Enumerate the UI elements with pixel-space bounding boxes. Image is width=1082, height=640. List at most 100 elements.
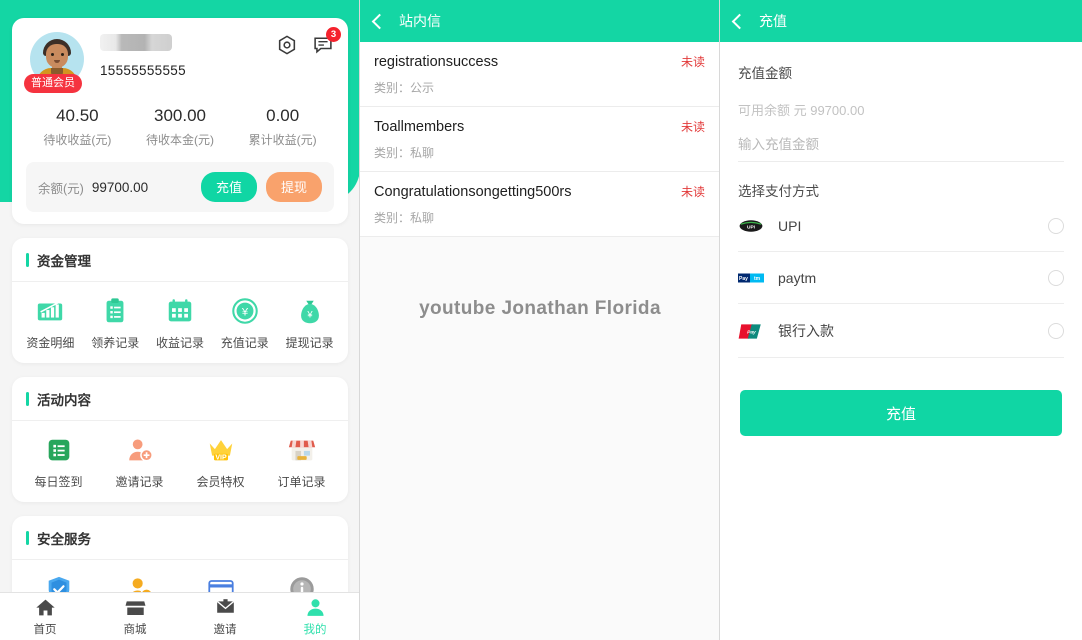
recharge-submit-button[interactable]: 充值 <box>740 390 1062 436</box>
nav-item-mall[interactable]: 商城 <box>90 597 180 637</box>
svg-text:VIP: VIP <box>215 454 227 461</box>
stat-value: 40.50 <box>56 106 99 125</box>
message-header: Congratulationsongetting500rs 未读 <box>374 183 705 200</box>
clipboard-list-icon <box>83 294 148 328</box>
list-item[interactable]: Toallmembers 未读 类别：私聊 <box>360 107 719 172</box>
grid-item-label: 领养记录 <box>91 336 140 350</box>
grid-item-daily-checkin[interactable]: 每日签到 <box>18 433 99 490</box>
calendar-icon <box>148 294 213 328</box>
back-chevron-icon[interactable] <box>371 13 388 29</box>
nav-item-label: 邀请 <box>213 623 237 636</box>
recharge-title: 充值 <box>759 13 787 29</box>
svg-text:tm: tm <box>754 276 761 282</box>
pay-method-radio[interactable] <box>1048 270 1064 286</box>
section-grid: 资金明细 领养记录 收益记录 ¥ 充值记录 ¥ 提现记录 <box>12 282 348 363</box>
section-activity-content: 活动内容 每日签到 邀请记录 VIP 会员特权 订单记录 <box>12 377 348 502</box>
nav-item-home[interactable]: 首页 <box>0 597 90 637</box>
grid-item-account-security[interactable]: 账户安全 <box>18 572 99 592</box>
avatar-wrapper: 普通会员 <box>24 32 88 93</box>
profile-header-row: 普通会员 15555555555 3 <box>24 27 341 93</box>
message-category: 类别：私聊 <box>374 146 435 160</box>
message-header: Toallmembers 未读 <box>374 118 705 135</box>
grid-item-profit-record[interactable]: 收益记录 <box>148 294 213 351</box>
grid-item-label: 充值记录 <box>220 336 269 350</box>
grid-item-adoption-record[interactable]: 领养记录 <box>83 294 148 351</box>
profile-panel: 普通会员 15555555555 3 40.50 待收收益(元) 300.00 … <box>0 0 360 640</box>
amount-input[interactable] <box>738 119 1064 162</box>
nav-item-invite[interactable]: 邀请 <box>180 597 270 637</box>
grid-item-vip-privilege[interactable]: VIP 会员特权 <box>180 433 261 490</box>
withdraw-button[interactable]: 提现 <box>265 172 322 202</box>
list-item[interactable]: registrationsuccess 未读 类别：公示 <box>360 42 719 107</box>
stat-pending-profit: 40.50 待收收益(元) <box>26 106 129 148</box>
pay-method-radio[interactable] <box>1048 323 1064 339</box>
profile-action-icons: 3 <box>276 27 341 56</box>
nav-item-label: 首页 <box>33 623 57 636</box>
pay-method-paytm[interactable]: Pay tm paytm <box>738 252 1064 304</box>
svg-text:¥: ¥ <box>241 307 249 319</box>
bottom-navigation: 首页 商城 邀请 我的 <box>0 592 359 640</box>
section-grid: 账户安全 实名认证 <box>12 560 348 592</box>
status-badge: 未读 <box>680 120 705 134</box>
stat-label: 待收收益(元) <box>43 133 112 147</box>
stat-value: 0.00 <box>266 106 300 125</box>
list-item[interactable]: Congratulationsongetting500rs 未读 类别：私聊 <box>360 172 719 237</box>
info-circle-icon <box>261 572 342 592</box>
inbox-panel: 站内信 registrationsuccess 未读 类别：公示 Toallme… <box>360 0 720 640</box>
paytm-logo: Pay tm <box>738 269 764 287</box>
recharge-form: 充值金额 可用余额 元 99700.00 选择支付方式 UPI UPI <box>720 42 1082 358</box>
grid-item-order-record[interactable]: 订单记录 <box>261 433 342 490</box>
vip-crown-icon: VIP <box>180 433 261 467</box>
envelope-icon <box>180 597 270 619</box>
nav-item-mine[interactable]: 我的 <box>270 597 359 637</box>
section-security-service: 安全服务 账户安全 <box>12 516 348 592</box>
pay-method-name: paytm <box>778 270 817 286</box>
user-verified-icon <box>99 572 180 592</box>
nav-item-label: 我的 <box>303 623 327 636</box>
member-level-badge: 普通会员 <box>24 74 82 93</box>
pay-method-bank[interactable]: Pay 银行入款 <box>738 304 1064 358</box>
message-title: Congratulationsongetting500rs <box>374 184 572 200</box>
grid-item-label: 每日签到 <box>34 475 83 489</box>
section-grid: 每日签到 邀请记录 VIP 会员特权 订单记录 <box>12 421 348 502</box>
section-accent-bar <box>26 531 29 545</box>
phone-number: 15555555555 <box>100 63 186 78</box>
pay-method-label: 选择支付方式 <box>738 184 819 199</box>
grid-item-withdraw-record[interactable]: ¥ 提现记录 <box>277 294 342 351</box>
upi-logo: UPI <box>738 217 764 235</box>
section-header: 资金管理 <box>12 238 348 282</box>
amount-label: 充值金额 <box>738 66 792 81</box>
message-category: 类别：私聊 <box>374 211 435 225</box>
message-title: registrationsuccess <box>374 54 499 70</box>
shop-icon <box>90 597 180 619</box>
grid-item-label: 收益记录 <box>155 336 204 350</box>
grid-item-real-name-auth[interactable]: 实名认证 <box>99 572 180 592</box>
grid-item-label: 邀请记录 <box>115 475 164 489</box>
section-accent-bar <box>26 253 29 267</box>
recharge-button[interactable]: 充值 <box>200 172 257 202</box>
grid-item-label: 提现记录 <box>285 336 334 350</box>
grid-item-invite-record[interactable]: 邀请记录 <box>99 433 180 490</box>
grid-item-recharge-record[interactable]: ¥ 充值记录 <box>212 294 277 351</box>
message-list: registrationsuccess 未读 类别：公示 Toallmember… <box>360 42 719 237</box>
profile-identity: 15555555555 <box>100 32 186 78</box>
pay-method-radio[interactable] <box>1048 218 1064 234</box>
nickname-masked <box>100 34 172 51</box>
home-icon <box>0 597 90 619</box>
grid-item-contact-us[interactable]: 联系我们 <box>261 572 342 592</box>
section-title: 安全服务 <box>37 532 91 547</box>
grid-item-fund-detail[interactable]: 资金明细 <box>18 294 83 351</box>
grid-item-bank-card[interactable]: 银行卡 <box>180 572 261 592</box>
back-chevron-icon[interactable] <box>731 13 748 29</box>
stats-row: 40.50 待收收益(元) 300.00 待收本金(元) 0.00 累计收益(元… <box>26 106 334 148</box>
chart-bars-icon <box>18 294 83 328</box>
profile-card: 普通会员 15555555555 3 40.50 待收收益(元) 300.00 … <box>12 18 348 224</box>
section-fund-management: 资金管理 资金明细 领养记录 收益记录 ¥ 充值记录 ¥ 提现记录 <box>12 238 348 363</box>
status-badge: 未读 <box>680 55 705 69</box>
gear-hexagon-icon[interactable] <box>276 34 298 56</box>
pay-method-upi[interactable]: UPI UPI <box>738 200 1064 252</box>
message-icon[interactable]: 3 <box>312 27 341 56</box>
nav-item-label: 商城 <box>123 623 147 636</box>
bank-logo: Pay <box>738 322 764 340</box>
shield-check-icon <box>18 572 99 592</box>
